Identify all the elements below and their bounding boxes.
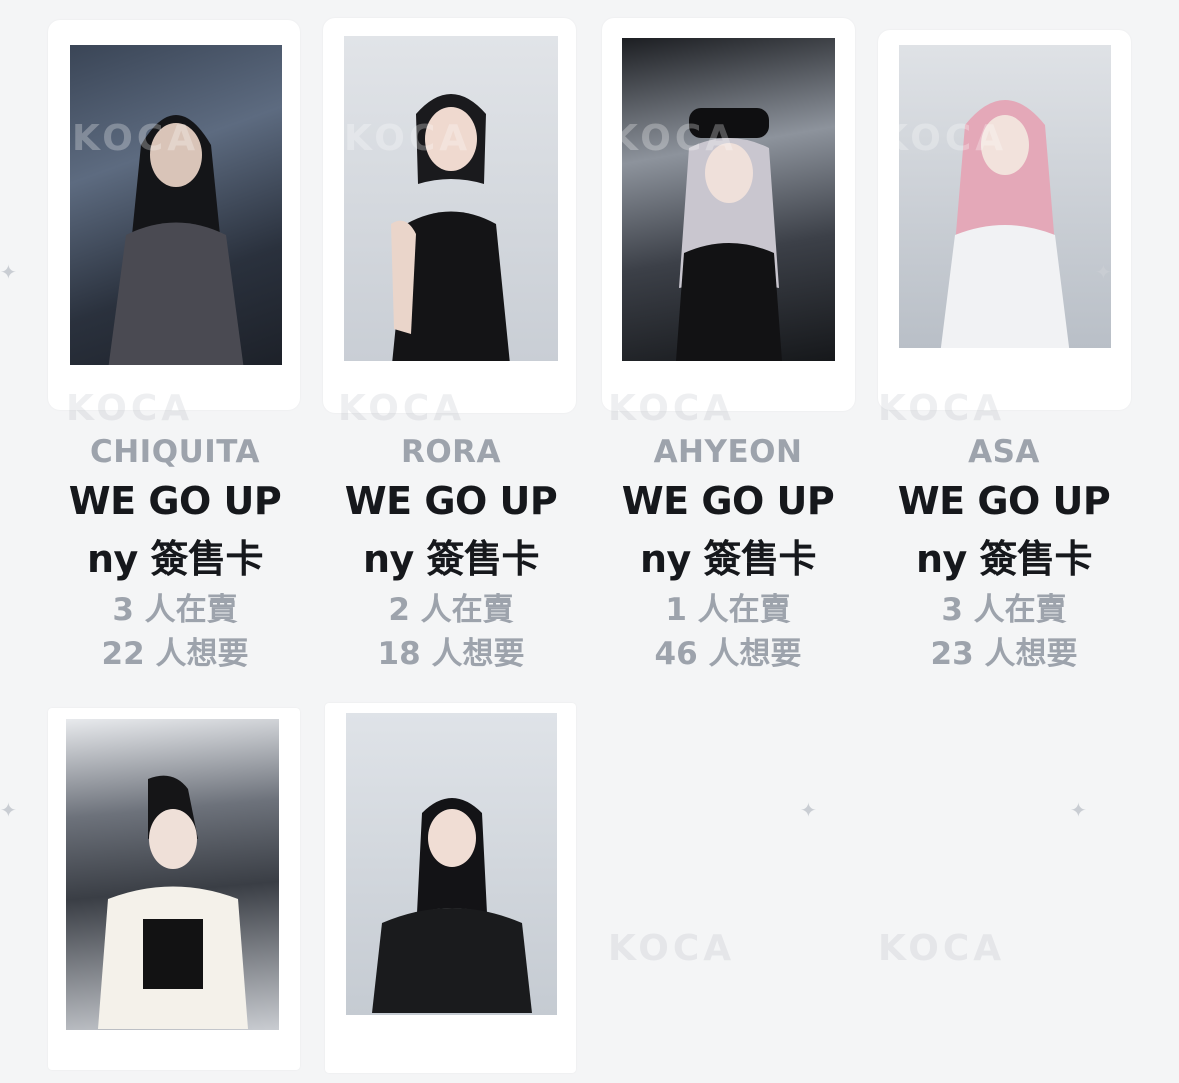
sparkle-icon: ✦	[1095, 260, 1112, 284]
photocard-image	[344, 36, 558, 361]
wanting-count: 22 人想要	[101, 636, 249, 672]
sparkle-icon: ✦	[0, 798, 17, 822]
wanting-count: 18 人想要	[377, 636, 525, 672]
card-info-1: CHIQUITA WE GO UP ny 簽售卡 3 人在賣 22 人想要	[40, 432, 310, 676]
photocard-image	[66, 719, 279, 1030]
person-silhouette-icon	[108, 115, 244, 365]
member-name: RORA	[400, 434, 502, 470]
card-title-line1: WE GO UP	[897, 479, 1111, 523]
card-title-line2: ny 簽售卡	[362, 537, 540, 581]
wanting-count: 46 人想要	[654, 636, 802, 672]
selling-count: 3 人在賣	[941, 592, 1067, 628]
selling-count: 1 人在賣	[665, 592, 791, 628]
wanting-count: 23 人想要	[930, 636, 1078, 672]
member-name: AHYEON	[653, 434, 803, 470]
card-title-line1: WE GO UP	[344, 479, 558, 523]
person-silhouette-icon	[675, 108, 782, 361]
sparkle-icon: ✦	[800, 798, 817, 822]
person-silhouette-icon	[97, 775, 248, 1029]
photocard-4[interactable]	[878, 30, 1131, 410]
person-silhouette-icon	[391, 94, 510, 361]
member-name: ASA	[968, 434, 1040, 470]
member-name: CHIQUITA	[89, 434, 261, 470]
card-info-2: RORA WE GO UP ny 簽售卡 2 人在賣 18 人想要	[316, 432, 586, 676]
card-title-line1: WE GO UP	[68, 479, 282, 523]
watermark-logo: KOCA	[608, 928, 736, 969]
photocard-5[interactable]	[48, 708, 300, 1070]
photocard-3[interactable]	[602, 18, 855, 411]
photocard-image	[899, 45, 1111, 348]
card-title-line2: ny 簽售卡	[915, 537, 1093, 581]
card-title-line1: WE GO UP	[621, 479, 835, 523]
card-title-line2: ny 簽售卡	[86, 537, 264, 581]
photocard-2[interactable]	[323, 18, 576, 413]
sparkle-icon: ✦	[0, 260, 17, 284]
selling-count: 2 人在賣	[388, 592, 514, 628]
selling-count: 3 人在賣	[112, 592, 238, 628]
person-silhouette-icon	[940, 100, 1070, 348]
photocard-image	[70, 45, 282, 365]
card-info-4: ASA WE GO UP ny 簽售卡 3 人在賣 23 人想要	[869, 432, 1139, 676]
photocard-1[interactable]	[48, 20, 300, 410]
photocard-6[interactable]	[325, 703, 576, 1073]
sparkle-icon: ✦	[1070, 798, 1087, 822]
card-title-line2: ny 簽售卡	[639, 537, 817, 581]
watermark-logo: KOCA	[878, 928, 1006, 969]
photocard-image	[346, 713, 557, 1015]
person-silhouette-icon	[371, 798, 532, 1013]
card-info-3: AHYEON WE GO UP ny 簽售卡 1 人在賣 46 人想要	[593, 432, 863, 676]
photocard-image	[622, 38, 835, 361]
